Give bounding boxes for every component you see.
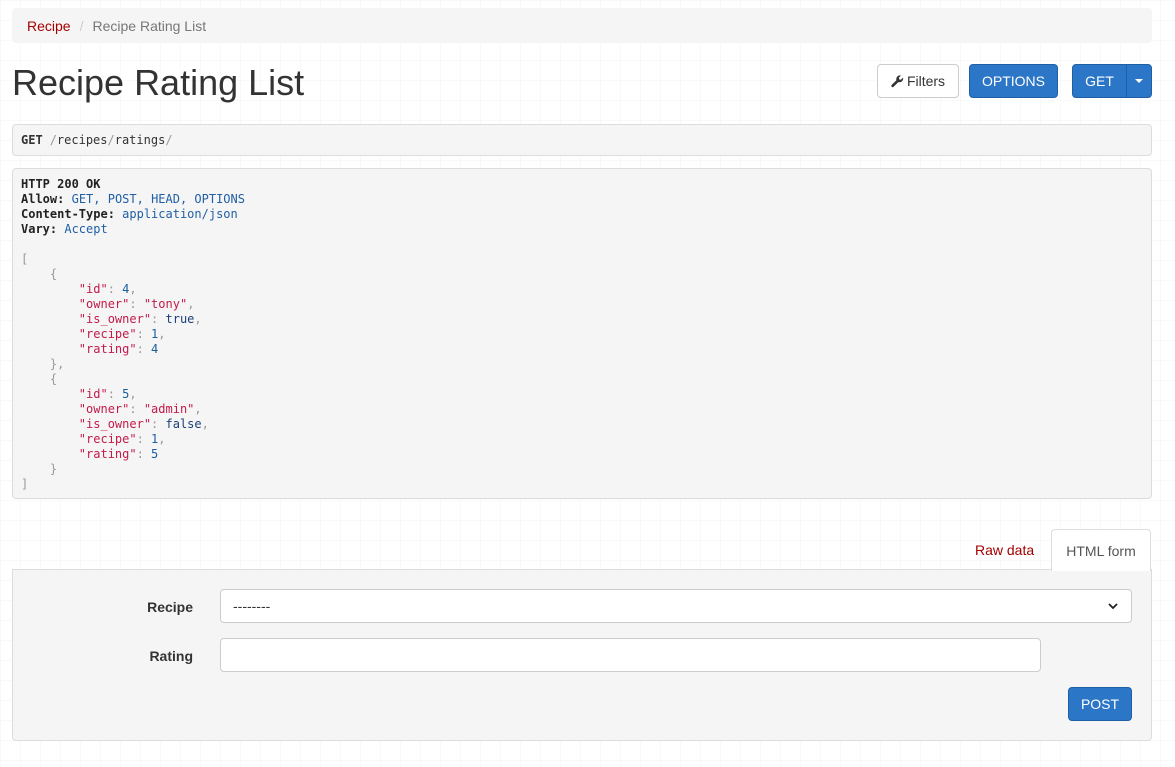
json-value: false [165,417,202,431]
post-button[interactable]: POST [1068,687,1132,721]
json-key: "owner" [78,297,130,311]
header-value: GET, POST, HEAD, OPTIONS [71,192,245,206]
breadcrumb: Recipe / Recipe Rating List [12,8,1152,43]
json-key: "is_owner" [78,312,152,326]
post-form: Recipe -------- Rating POST [12,569,1152,741]
header-value: Accept [64,222,108,236]
wrench-icon [891,74,904,87]
request-method: GET [21,133,43,147]
tab-html-form[interactable]: HTML form [1051,529,1151,571]
get-button[interactable]: GET [1072,64,1127,98]
response-body: HTTP 200 OK Allow: GET, POST, HEAD, OPTI… [12,168,1152,499]
json-key: "id" [78,282,108,296]
json-value: 4 [151,342,159,356]
request-path-segment: recipes [56,133,108,147]
get-format-dropdown[interactable] [1126,64,1152,98]
header-name: Vary: [21,222,58,236]
filters-button[interactable]: Filters [877,64,959,98]
json-key: "recipe" [78,327,137,341]
options-button[interactable]: OPTIONS [969,64,1058,98]
json-value: "admin" [143,402,195,416]
header-name: Content-Type: [21,207,115,221]
tab-raw-data[interactable]: Raw data [975,540,1034,560]
recipe-select-value: -------- [233,598,271,614]
json-key: "recipe" [78,432,137,446]
caret-down-icon [1135,79,1143,83]
request-info: GET / recipes / ratings / [12,124,1152,156]
json-value: true [165,312,195,326]
json-key: "is_owner" [78,417,152,431]
json-value: "tony" [143,297,188,311]
header-value: application/json [122,207,238,221]
chevron-down-icon [1108,603,1118,610]
breadcrumb-current: Recipe Rating List [92,17,207,34]
filters-label: Filters [906,73,946,89]
header-name: Allow: [21,192,65,206]
recipe-label: Recipe [147,599,193,615]
breadcrumb-link-recipe[interactable]: Recipe [27,18,71,34]
request-path-segment: ratings [114,133,166,147]
json-key: "id" [78,387,108,401]
rating-label: Rating [149,648,193,664]
rating-input[interactable] [220,638,1041,672]
json-key: "owner" [78,402,130,416]
response-status: HTTP 200 OK [21,177,101,191]
json-value: 5 [151,447,159,461]
json-key: "rating" [78,447,137,461]
breadcrumb-separator: / [79,17,84,34]
json-key: "rating" [78,342,137,356]
recipe-select[interactable]: -------- [220,589,1132,623]
page-title: Recipe Rating List [12,62,305,103]
